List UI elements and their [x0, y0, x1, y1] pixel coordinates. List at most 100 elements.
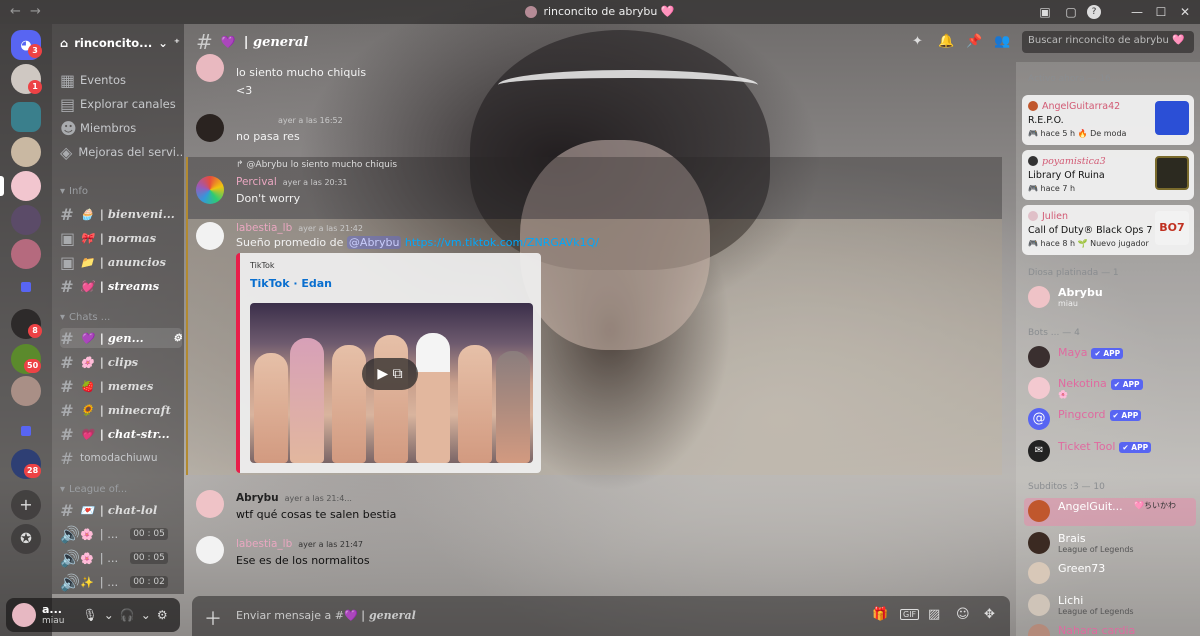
reply-preview[interactable]: lo siento mucho chiquis	[291, 160, 397, 170]
speaker-icon: 🔊	[60, 572, 80, 592]
gamepad-icon: 🎮	[1028, 239, 1038, 248]
avatar[interactable]	[196, 490, 224, 518]
channel-item[interactable]: # 🌻 | minecraft	[60, 400, 182, 420]
channel-item-unread[interactable]: # 💓 | streams	[60, 276, 182, 296]
threads-icon[interactable]: ✦	[912, 34, 923, 49]
gift-icon[interactable]: 🎁	[872, 607, 888, 622]
voice-channel[interactable]: 🔊 ✨ | ... 00 : 02	[60, 572, 182, 592]
channel-item-selected[interactable]: # 💜 | gen... ⚙	[60, 328, 182, 348]
invite-icon[interactable]: ⁺	[174, 36, 180, 50]
maximize-icon[interactable]: ☐	[1152, 3, 1170, 21]
server-icon[interactable]	[11, 239, 41, 269]
embed-title[interactable]: TikTok · Edan	[250, 277, 332, 290]
close-icon[interactable]: ✕	[1176, 3, 1194, 21]
bell-icon[interactable]: 🔔	[938, 34, 954, 49]
sidebar-item-members[interactable]: ☻ Miembros	[60, 118, 182, 138]
activity-card[interactable]: poyamistica3 Library Of Ruina 🎮 hace 7 h	[1022, 150, 1194, 200]
channel-item[interactable]: ▣ 📁 | anuncios	[60, 252, 182, 272]
avatar[interactable]	[196, 222, 224, 250]
apps-icon[interactable]: ✥	[984, 607, 995, 622]
member-item[interactable]: Nekotina ✔ APP 🌸	[1028, 377, 1196, 403]
member-item[interactable]: Maya ✔ APP	[1028, 346, 1196, 372]
channel-item-unread[interactable]: # 💗 | chat-str...	[60, 424, 182, 444]
channel-sidebar: ⌂ rinconcito... ⌄ ⁺ ▦ Eventos ▤ Explorar c…	[52, 24, 184, 594]
user-mention[interactable]: @Abrybu	[346, 236, 402, 249]
server-icon-active[interactable]	[11, 171, 41, 201]
member-item[interactable]: Lichi League of Legends	[1028, 594, 1196, 620]
discover-icon[interactable]: ✪	[11, 524, 41, 554]
emoji-icon[interactable]: ☺	[956, 607, 970, 622]
sticker-icon[interactable]: ▨	[928, 607, 940, 622]
gear-icon[interactable]: ⚙	[157, 608, 168, 622]
server-icon[interactable]	[11, 102, 41, 132]
author-name[interactable]: labestia_lb	[236, 222, 292, 234]
member-item[interactable]: @ Pingcord ✔ APP	[1028, 408, 1196, 434]
member-item[interactable]: Green73	[1028, 562, 1196, 588]
microphone-icon[interactable]: 🎙	[83, 608, 98, 622]
headphones-icon[interactable]: 🎧	[120, 608, 135, 622]
category-info[interactable]: ▾ Info	[60, 186, 88, 197]
speaker-icon: 🔊	[60, 524, 80, 544]
server-icon[interactable]	[11, 205, 41, 235]
channel-item[interactable]: # 🌸 | clips	[60, 352, 182, 372]
author-name[interactable]: Abrybu	[236, 492, 279, 504]
author-name[interactable]: Percival	[236, 176, 277, 188]
inbox-icon[interactable]: ▣	[1036, 3, 1054, 21]
member-item-hovered[interactable]: AngelGuit... 🩷ちいかわ	[1024, 498, 1196, 526]
user-panel: a... miau 🎙 ⌄ 🎧 ⌄ ⚙	[6, 598, 180, 632]
add-attachment-icon[interactable]: ＋	[204, 605, 222, 631]
pin-icon[interactable]: 📌	[966, 34, 982, 49]
author-name[interactable]: labestia_lb	[236, 538, 292, 550]
members-toggle-icon[interactable]: 👥	[994, 34, 1010, 49]
message: labestia_lb ayer a las 21:47 Ese es de lo…	[196, 536, 996, 570]
calendar-icon: ▦	[60, 70, 76, 90]
sidebar-item-events[interactable]: ▦ Eventos	[60, 70, 182, 90]
message: labestia_lb ayer a las 21:42 Sueño promed…	[196, 222, 996, 252]
category-league[interactable]: ▾ League of...	[60, 484, 127, 495]
message-link[interactable]: https://vm.tiktok.com/ZNRGAVk1Q/	[405, 236, 599, 249]
gear-icon[interactable]: ⚙	[173, 333, 182, 344]
channel-item[interactable]: # 🧁 | bienveni...	[60, 204, 182, 224]
member-item[interactable]: ✉ Ticket Tool ✔ APP	[1028, 440, 1196, 466]
avatar[interactable]	[196, 114, 224, 142]
reply-author[interactable]: @Abrybu	[246, 160, 287, 170]
channel-item[interactable]: # 🍓 | memes	[60, 376, 182, 396]
search-input[interactable]: Buscar rinconcito de abrybu 🩷	[1022, 31, 1194, 53]
avatar[interactable]	[196, 54, 224, 82]
embed-video-thumbnail[interactable]: ▶ ⧉	[250, 303, 533, 463]
member-item[interactable]: Nahara cardia	[1028, 624, 1196, 636]
channel-item[interactable]: # 💌 | chat-lol	[60, 500, 182, 520]
section-header: Activo ahora — 16	[1028, 74, 1111, 84]
minimize-icon[interactable]: —	[1128, 3, 1146, 21]
folder-icon[interactable]	[21, 282, 31, 292]
chevron-down-icon[interactable]: ⌄	[141, 608, 151, 622]
member-item[interactable]: Brais League of Legends	[1028, 532, 1196, 558]
members-icon: ☻	[60, 118, 77, 138]
message-composer[interactable]: ＋ Enviar mensaje a #💜 | general 🎁 GIF ▨ …	[192, 596, 1010, 636]
category-chats[interactable]: ▾ Chats ...	[60, 312, 110, 323]
activity-card[interactable]: Julien Call of Duty® Black Ops 7 🎮 hace …	[1022, 205, 1194, 255]
sidebar-item-boosts[interactable]: ◈ Mejoras del servi...	[60, 142, 182, 162]
message-input[interactable]: Enviar mensaje a #💜 | general	[236, 609, 416, 622]
gif-icon[interactable]: GIF	[900, 609, 920, 620]
folder-icon[interactable]	[21, 426, 31, 436]
avatar[interactable]	[196, 176, 224, 204]
screen-icon[interactable]: ▢	[1062, 3, 1080, 21]
server-header[interactable]: ⌂ rinconcito... ⌄ ⁺	[60, 34, 180, 52]
add-server-icon[interactable]: +	[11, 490, 41, 520]
avatar[interactable]	[12, 603, 36, 627]
activity-card[interactable]: AngelGuitarra42 R.E.P.O. 🎮 hace 5 h 🔥 De…	[1022, 95, 1194, 145]
chevron-down-icon[interactable]: ⌄	[104, 608, 114, 622]
sidebar-item-browse[interactable]: ▤ Explorar canales	[60, 94, 182, 114]
avatar[interactable]	[196, 536, 224, 564]
channel-item[interactable]: # tomodachiuwu	[60, 448, 182, 468]
server-icon[interactable]	[11, 137, 41, 167]
server-icon[interactable]	[11, 376, 41, 406]
voice-channel[interactable]: 🔊 🌸 | ... 00 : 05	[60, 524, 182, 544]
avatar	[1028, 156, 1038, 166]
channel-item[interactable]: ▣ 🎀 | normas	[60, 228, 182, 248]
member-item[interactable]: Abrybu miau	[1028, 286, 1196, 312]
voice-channel[interactable]: 🔊 🌸 | ... 00 : 05	[60, 548, 182, 568]
help-icon[interactable]: ?	[1087, 5, 1101, 19]
play-icon[interactable]: ▶ ⧉	[362, 358, 418, 390]
